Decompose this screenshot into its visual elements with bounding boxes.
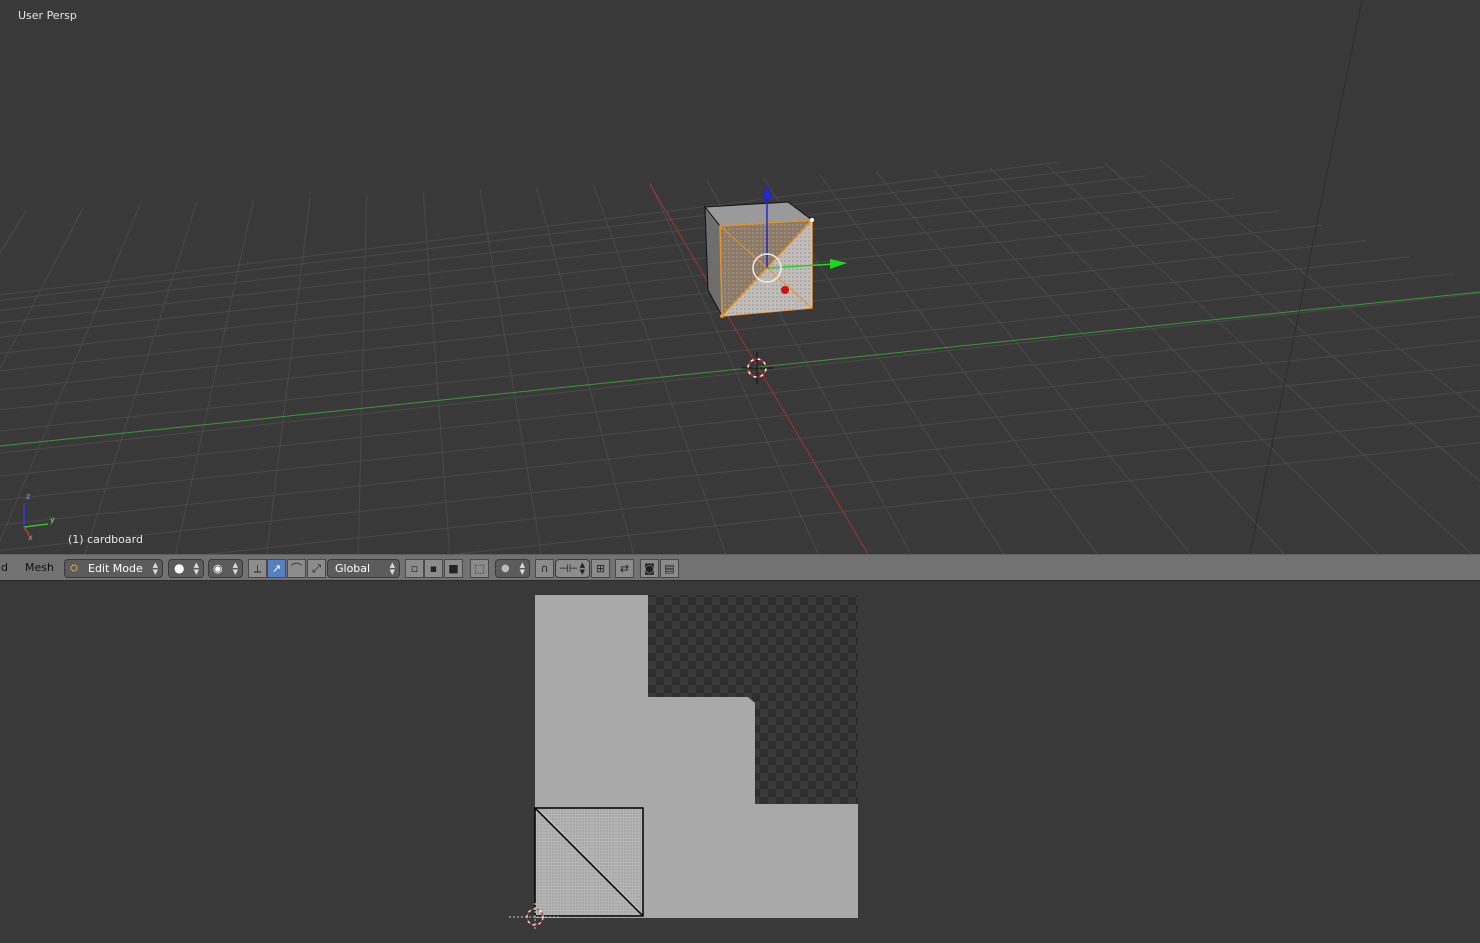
- render-animation-icon[interactable]: ▤: [660, 559, 679, 578]
- viewport-shading-dropdown[interactable]: ● ▲ ▼: [168, 559, 204, 578]
- view-label: User Persp: [18, 9, 77, 22]
- pivot-icon: ◉: [213, 562, 223, 575]
- view-border-line: [1249, 0, 1363, 554]
- uv-sync-icon[interactable]: ⇄: [615, 559, 634, 578]
- 3d-view-header: d Mesh ⛭ Edit Mode ▲ ▼ ● ▲ ▼ ◉ ▲ ▼ ⟂ ↗ ⌒ ⤢ …: [0, 554, 1480, 581]
- manipulator-toggle-icon[interactable]: ⟂: [248, 559, 267, 578]
- pivot-dropdown[interactable]: ◉ ▲ ▼: [208, 559, 243, 578]
- 3d-viewport[interactable]: User Persp z y x (1) cardboard: [0, 0, 1480, 554]
- proportional-edit-icon: ●: [501, 563, 510, 574]
- mode-dropdown[interactable]: ⛭ Edit Mode ▲ ▼: [64, 559, 163, 578]
- axis-label-y: y: [50, 515, 55, 524]
- active-object-label: (1) cardboard: [68, 533, 143, 546]
- cube-mesh[interactable]: [704, 201, 814, 318]
- menu-mesh[interactable]: Mesh: [25, 561, 54, 574]
- snap-element-dropdown[interactable]: ⊣⊢ ▲ ▼: [555, 559, 590, 578]
- proportional-edit-dropdown[interactable]: ● ▲ ▼: [495, 559, 530, 578]
- 3d-cursor[interactable]: [741, 352, 773, 384]
- opengl-render-icon[interactable]: ◙: [640, 559, 659, 578]
- axis-label-x: x: [28, 533, 33, 542]
- transform-orientation-dropdown[interactable]: Global ▲ ▼: [327, 559, 400, 578]
- dropdown-arrows-icon: ▲ ▼: [579, 561, 585, 576]
- dropdown-arrows-icon: ▲ ▼: [519, 561, 525, 576]
- dropdown-arrows-icon: ▲ ▼: [193, 561, 199, 576]
- menu-partial[interactable]: d: [1, 561, 8, 574]
- uv-canvas[interactable]: [0, 581, 1480, 943]
- edit-mode-icon: ⛭: [70, 563, 78, 574]
- axis-gizmo: [23, 503, 49, 536]
- edge-select-icon[interactable]: ▪: [424, 559, 443, 578]
- limit-selection-icon[interactable]: ⬚: [470, 559, 489, 578]
- mode-label: Edit Mode: [88, 562, 143, 575]
- vertex-select-icon[interactable]: ▫: [405, 559, 424, 578]
- axis-label-z: z: [26, 492, 31, 501]
- dropdown-arrows-icon: ▲ ▼: [152, 561, 158, 576]
- dropdown-arrows-icon: ▲ ▼: [389, 561, 395, 576]
- viewport-shading-icon: ●: [174, 561, 185, 575]
- viewport-canvas[interactable]: [0, 0, 1480, 554]
- face-select-icon[interactable]: ■: [444, 559, 463, 578]
- uv-image-editor[interactable]: [0, 581, 1480, 943]
- manipulator-rotate-icon[interactable]: ⌒: [287, 559, 306, 578]
- snap-icon[interactable]: ∩: [535, 559, 554, 578]
- dropdown-arrows-icon: ▲ ▼: [232, 561, 238, 576]
- uv-face[interactable]: [534, 807, 644, 917]
- snap-element-icon: ⊣⊢: [559, 562, 579, 575]
- orientation-label: Global: [335, 562, 371, 575]
- snap-target-icon[interactable]: ⊞: [591, 559, 610, 578]
- manipulator-scale-icon[interactable]: ⤢: [307, 559, 326, 578]
- manipulator-translate-icon[interactable]: ↗: [267, 559, 286, 578]
